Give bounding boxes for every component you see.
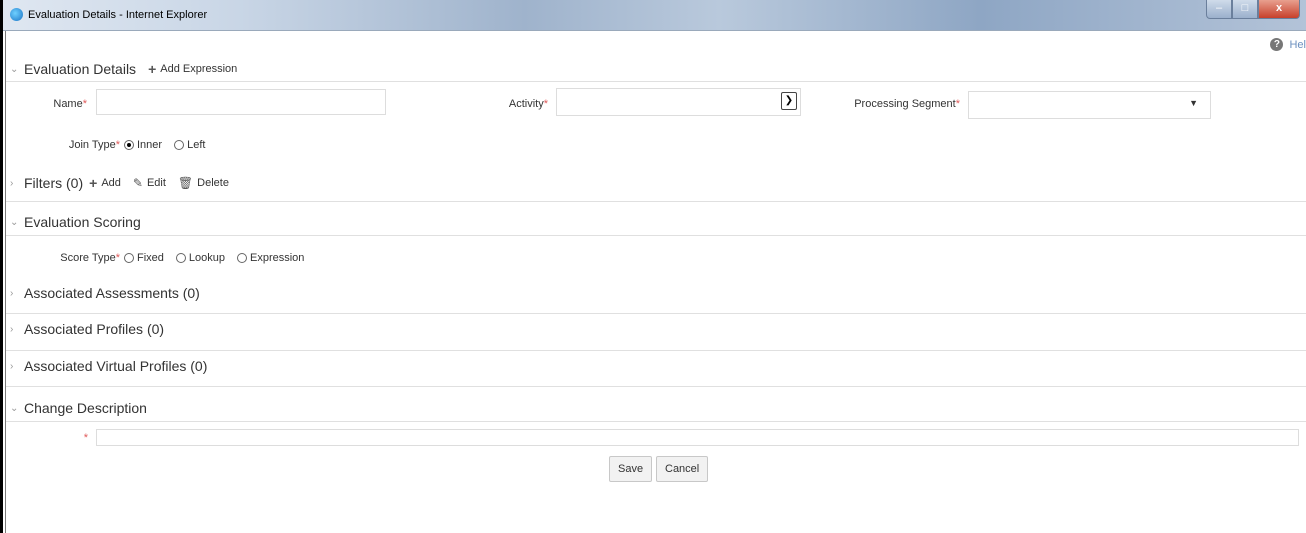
section-associated-virtual-profiles[interactable]: › Associated Virtual Profiles (0) [10, 358, 207, 374]
score-type-fixed-radio[interactable]: Fixed [124, 252, 164, 264]
chevron-down-icon: ⌄ [10, 216, 19, 228]
add-label: Add [101, 177, 121, 189]
radio-checked-icon [124, 140, 134, 150]
section-associated-profiles[interactable]: › Associated Profiles (0) [10, 321, 164, 337]
minimize-button[interactable]: – [1206, 0, 1232, 19]
filter-edit-button[interactable]: ✎ Edit [133, 176, 166, 190]
window-title: Evaluation Details - Internet Explorer [28, 9, 208, 21]
section-filters[interactable]: › Filters (0) + Add ✎ Edit 🗑 Delete [10, 175, 229, 191]
section-associated-assessments[interactable]: › Associated Assessments (0) [10, 285, 200, 301]
divider [6, 235, 1306, 236]
join-type-inner-radio[interactable]: Inner [124, 139, 162, 151]
join-type-radio-group: Inner Left [124, 139, 217, 151]
join-type-label: Join Type* [68, 139, 120, 151]
score-type-label: Score Type* [60, 252, 120, 264]
chevron-down-icon: ⌄ [10, 63, 19, 75]
radio-unchecked-icon [174, 140, 185, 150]
section-title: Evaluation Details [24, 61, 137, 77]
plus-icon: + [148, 61, 157, 77]
window-titlebar: Evaluation Details - Internet Explorer –… [3, 0, 1306, 31]
help-label: Hel [1289, 38, 1306, 51]
radio-label: Lookup [188, 252, 225, 264]
add-expression-label: Add Expression [160, 63, 238, 75]
section-title: Associated Profiles (0) [24, 321, 165, 337]
processing-segment-select[interactable]: ▼ [968, 91, 1211, 119]
help-icon: ? [1270, 38, 1284, 51]
chevron-down-icon: ❯ [781, 92, 797, 110]
maximize-button[interactable]: □ [1232, 0, 1258, 19]
delete-label: Delete [197, 177, 229, 189]
close-button[interactable]: x [1258, 0, 1300, 19]
section-evaluation-details[interactable]: ⌄ Evaluation Details + Add Expression [10, 61, 237, 77]
activity-label: Activity* [508, 98, 548, 110]
name-label: Name* [53, 98, 87, 110]
change-description-input[interactable] [96, 429, 1299, 446]
plus-icon: + [89, 175, 98, 191]
filter-delete-button[interactable]: 🗑 Delete [178, 176, 229, 190]
radio-label: Left [187, 139, 206, 151]
divider [6, 201, 1306, 202]
save-button[interactable]: Save [609, 456, 653, 482]
activity-select[interactable]: ❯ [556, 88, 801, 116]
divider [6, 421, 1306, 422]
change-description-required-marker: * [83, 432, 88, 444]
section-title: Evaluation Scoring [24, 214, 141, 230]
radio-unchecked-icon [237, 253, 247, 263]
section-title: Filters (0) [24, 175, 84, 191]
caret-down-icon: ▼ [1189, 98, 1198, 108]
score-type-expression-radio[interactable]: Expression [237, 252, 304, 264]
edit-label: Edit [146, 177, 166, 189]
browser-icon [10, 8, 23, 21]
chevron-right-icon: › [10, 177, 14, 189]
radio-unchecked-icon [175, 253, 186, 263]
chevron-down-icon: ⌄ [10, 402, 19, 414]
cancel-button[interactable]: Cancel [656, 456, 709, 482]
radio-label: Fixed [137, 252, 164, 264]
processing-segment-label: Processing Segment* [854, 98, 960, 110]
divider [6, 350, 1306, 351]
divider [6, 81, 1306, 82]
radio-label: Expression [250, 252, 305, 264]
section-evaluation-scoring[interactable]: ⌄ Evaluation Scoring [10, 214, 141, 230]
edit-icon: ✎ [132, 176, 143, 190]
add-expression-button[interactable]: + Add Expression [148, 61, 237, 77]
chevron-right-icon: › [10, 360, 14, 372]
divider [6, 386, 1306, 387]
name-input[interactable] [96, 89, 386, 115]
window-controls: – □ x [1206, 0, 1300, 19]
radio-label: Inner [137, 139, 163, 151]
filter-add-button[interactable]: + Add [89, 175, 121, 191]
chevron-right-icon: › [10, 323, 14, 335]
section-change-description[interactable]: ⌄ Change Description [10, 400, 147, 416]
trash-icon: 🗑 [177, 176, 194, 190]
chevron-right-icon: › [10, 287, 14, 299]
radio-unchecked-icon [124, 253, 134, 263]
section-title: Associated Assessments (0) [24, 285, 200, 301]
help-link[interactable]: ? Hel [1270, 38, 1306, 51]
content-left-border [5, 30, 6, 533]
join-type-left-radio[interactable]: Left [174, 139, 205, 151]
divider [6, 313, 1306, 314]
score-type-radio-group: Fixed Lookup Expression [124, 252, 316, 264]
window-left-border [0, 0, 3, 533]
section-title: Associated Virtual Profiles (0) [24, 358, 208, 374]
section-title: Change Description [24, 400, 147, 416]
score-type-lookup-radio[interactable]: Lookup [175, 252, 225, 264]
